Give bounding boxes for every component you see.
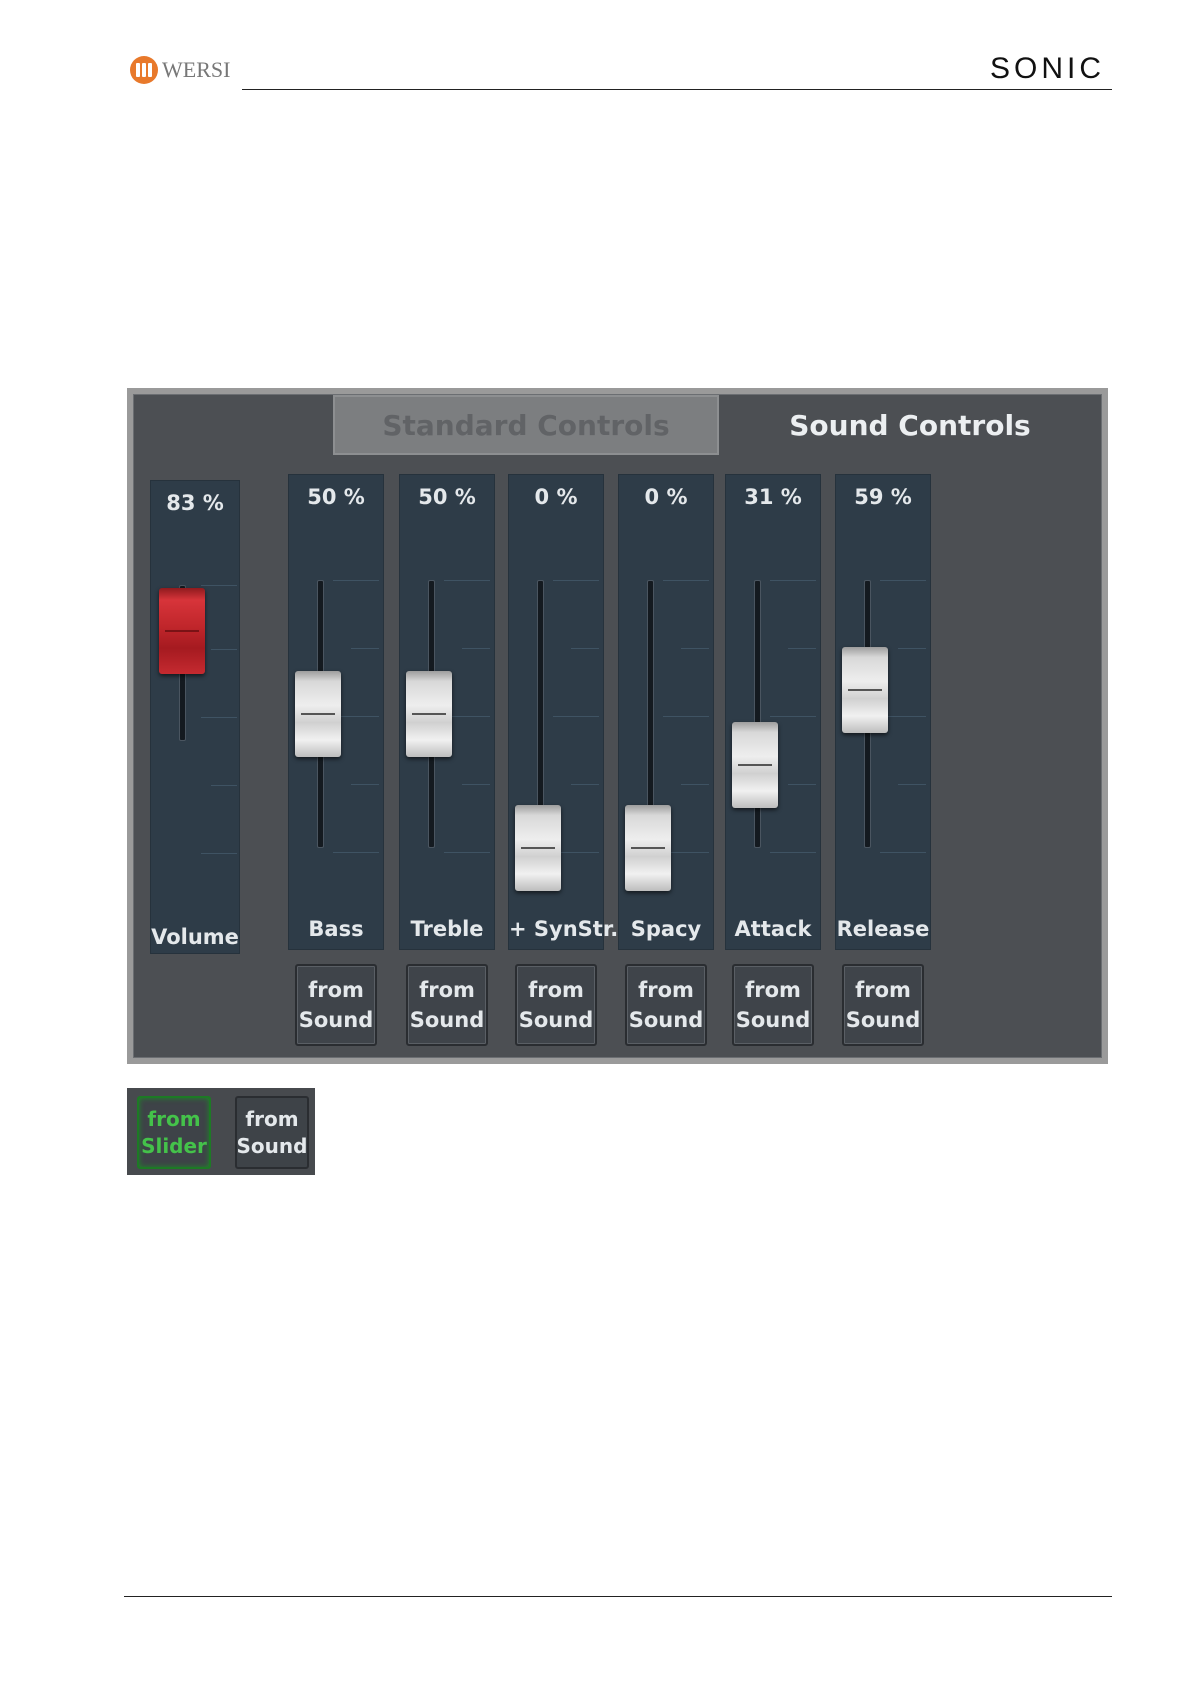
from-sound-line1: from [419,978,475,1002]
tick [351,648,379,649]
tick [571,648,599,649]
tick [770,580,816,581]
slider-label: Bass [308,917,364,941]
slider-percent: 59 % [854,485,912,509]
tick [351,784,379,785]
from-sound-button[interactable]: from Sound [842,964,924,1046]
from-sound-button[interactable]: from Sound [732,964,814,1046]
tick [571,784,599,785]
from-sound-line2: Sound [518,1008,594,1032]
volume-slider-knob[interactable] [159,587,205,674]
wersi-organ-icon [130,56,158,84]
from-slider-line1: from [147,1106,201,1131]
tick [663,580,709,581]
slider-strip-synstr: 0 % + SynStr. [508,474,619,950]
slider-knob[interactable] [732,721,778,808]
from-sound-line2: Sound [298,1008,374,1032]
from-sound-line2: Sound [845,1008,921,1032]
volume-percent: 83 % [166,491,224,515]
sonic-logo: SONIC [990,52,1106,85]
tick [788,648,816,649]
from-sound-line2: Sound [628,1008,704,1032]
tick [770,852,816,853]
from-sound-line1: from [308,978,364,1002]
wersi-logo: WERSI [130,56,230,84]
from-slider-button[interactable]: from Slider [137,1096,211,1169]
footer-rule [124,1596,1112,1597]
tick [444,852,490,853]
tick [788,784,816,785]
from-sound-button[interactable]: from Sound [625,964,707,1046]
slider-strip-release: 59 % Release [835,474,931,950]
tick [333,580,379,581]
tick [201,585,237,586]
tick [770,716,816,717]
slider-label: + SynStr. [509,917,619,941]
slider-label: Release [836,917,930,941]
button-legend: from Slider from Sound [127,1088,315,1175]
tick [211,649,237,650]
from-sound-line2: Sound [236,1133,308,1158]
tick [553,580,599,581]
from-sound-button[interactable]: from Sound [515,964,597,1046]
from-sound-line2: Sound [409,1008,485,1032]
slider-strip-spacy: 0 % Spacy [618,474,714,950]
tick [444,580,490,581]
brand-name: WERSI [162,57,231,82]
slider-knob[interactable] [406,671,452,757]
tick [201,717,237,718]
slider-strip-attack: 31 % Attack [725,474,821,950]
slider-percent: 50 % [418,485,476,509]
tick [880,580,926,581]
slider-label: Spacy [630,917,702,941]
tick [462,648,490,649]
slider-knob[interactable] [295,671,341,757]
slider-percent: 0 % [644,485,688,509]
from-sound-line1: from [745,978,801,1002]
slider-strip-treble: 50 % Treble [399,474,495,950]
tick [333,852,379,853]
slider-knob[interactable] [842,646,888,733]
tick [681,784,709,785]
slider-knob[interactable] [625,805,671,891]
slider-knob[interactable] [515,805,561,891]
from-sound-button[interactable]: from Sound [406,964,488,1046]
tick [898,784,926,785]
tick [663,716,709,717]
slider-strip-bass: 50 % Bass [288,474,384,950]
slider-percent: 50 % [307,485,365,509]
slider-percent: 0 % [534,485,578,509]
header-rule [242,89,1112,90]
tick [681,648,709,649]
from-sound-line2: Sound [735,1008,811,1032]
tick [462,784,490,785]
from-sound-line1: from [638,978,694,1002]
from-sound-button[interactable]: from Sound [295,964,377,1046]
from-sound-line1: from [245,1106,299,1131]
volume-strip: 83 % Volume [150,480,240,954]
slider-label: Attack [734,917,812,941]
from-sound-button[interactable]: from Sound [235,1096,309,1169]
tick [553,716,599,717]
from-sound-line1: from [855,978,911,1002]
tab-standard-controls[interactable]: Standard Controls [333,395,719,455]
tick [211,785,237,786]
tick [201,853,237,854]
tab-sound-controls[interactable]: Sound Controls [719,395,1101,455]
from-sound-line1: from [528,978,584,1002]
volume-label: Volume [151,925,239,949]
from-slider-line2: Slider [141,1133,207,1158]
tick [898,648,926,649]
slider-label: Treble [410,917,484,941]
slider-percent: 31 % [744,485,802,509]
tick [880,852,926,853]
